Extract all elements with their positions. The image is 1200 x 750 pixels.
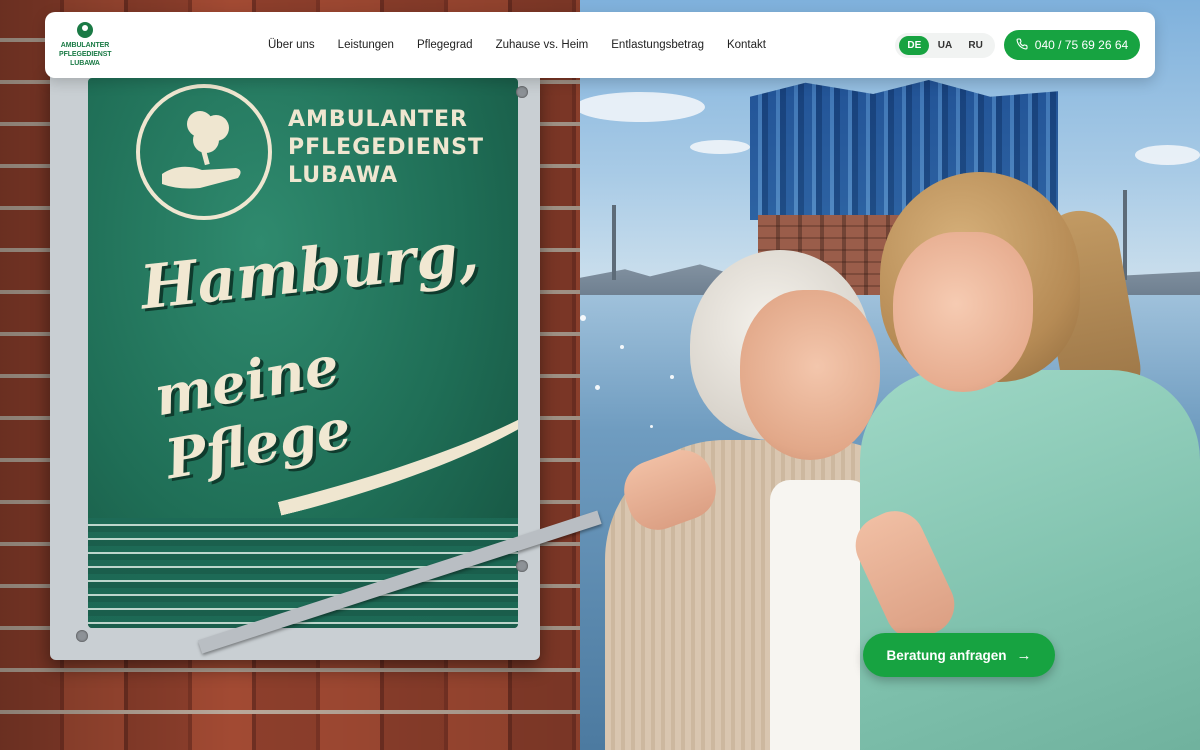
bolt: [76, 630, 88, 642]
beratung-anfragen-button[interactable]: Beratung anfragen →: [863, 633, 1055, 677]
nav-leistungen[interactable]: Leistungen: [338, 39, 394, 51]
lang-ua[interactable]: UA: [930, 36, 960, 55]
phone-icon: [1016, 37, 1028, 53]
logo-line-1: AMBULANTER: [60, 42, 110, 49]
nav-ueber-uns[interactable]: Über uns: [268, 39, 315, 51]
bolt: [516, 560, 528, 572]
phone-button[interactable]: 040 / 75 69 26 64: [1004, 30, 1140, 60]
bolt: [516, 86, 528, 98]
main-nav: Über uns Leistungen Pflegegrad Zuhause v…: [268, 12, 766, 78]
nav-kontakt[interactable]: Kontakt: [727, 39, 766, 51]
cloud: [575, 92, 705, 122]
nav-zuhause-vs-heim[interactable]: Zuhause vs. Heim: [496, 39, 589, 51]
language-switcher: DE UA RU: [895, 33, 995, 58]
cta-label: Beratung anfragen: [886, 647, 1007, 663]
sign-brand-text: AMBULANTER PFLEGEDIENST LUBAWA: [288, 107, 485, 188]
logo-line-2: PFLEGEDIENST: [59, 51, 112, 58]
logo-line-3: LUBAWA: [70, 60, 100, 67]
lang-ru[interactable]: RU: [961, 36, 991, 55]
lang-de[interactable]: DE: [899, 36, 930, 55]
phone-number: 040 / 75 69 26 64: [1034, 38, 1129, 52]
site-logo[interactable]: AMBULANTER PFLEGEDIENST LUBAWA: [59, 22, 112, 68]
elderly-woman-blouse: [770, 480, 870, 750]
logo-icon: [77, 22, 93, 38]
harbor-crane: [1123, 190, 1127, 280]
nav-pflegegrad[interactable]: Pflegegrad: [417, 39, 473, 51]
nav-entlastungsbetrag[interactable]: Entlastungsbetrag: [611, 39, 704, 51]
nurse-face: [893, 232, 1033, 392]
arrow-right-icon: →: [1016, 646, 1032, 664]
elderly-woman-face: [740, 290, 880, 460]
cloud: [690, 140, 750, 154]
sign-clover-hand-logo: [136, 84, 272, 220]
site-header: AMBULANTER PFLEGEDIENST LUBAWA Über uns …: [45, 12, 1155, 78]
sign-headline-hamburg: Hamburg,: [137, 218, 482, 324]
vintage-sign: AMBULANTER PFLEGEDIENST LUBAWA Hamburg, …: [50, 70, 540, 660]
cloud: [1135, 145, 1200, 165]
harbor-crane: [612, 205, 616, 280]
